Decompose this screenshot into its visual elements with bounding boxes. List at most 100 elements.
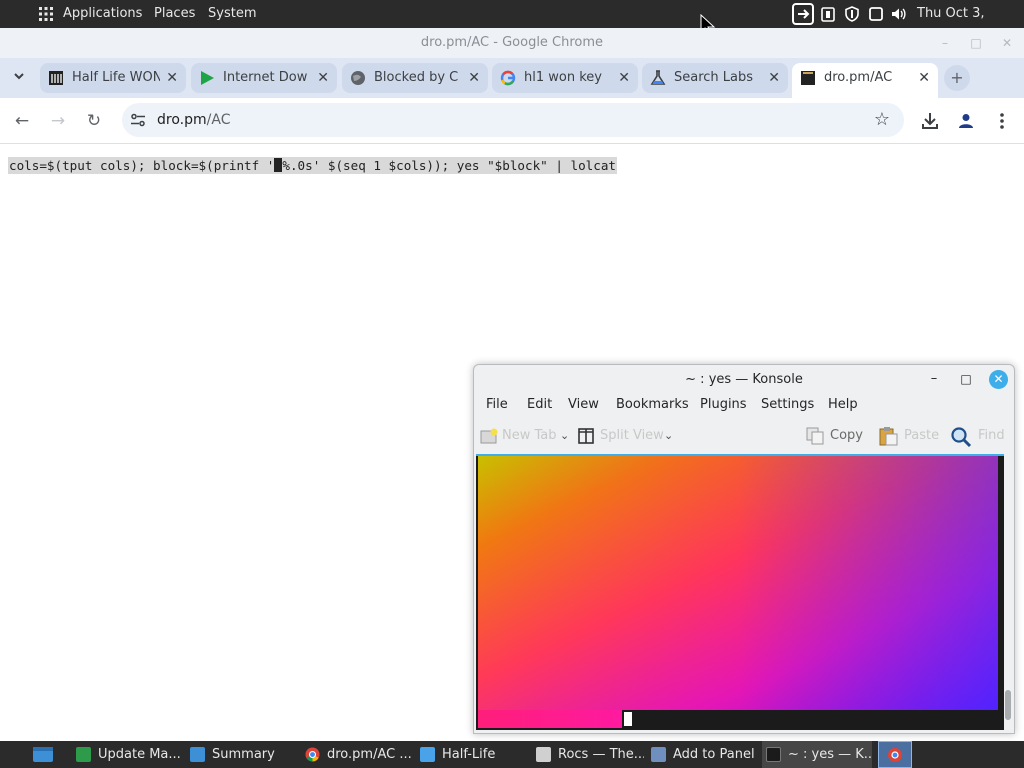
task-chrome[interactable]: dro.pm/AC ... (305, 741, 413, 768)
clipboard-icon[interactable] (820, 6, 836, 22)
tab-internet-download[interactable]: Internet Dow ✕ (191, 63, 337, 93)
menu-help[interactable]: Help (828, 397, 858, 412)
terminal-cursor (624, 712, 632, 726)
new-tab-dropdown-icon[interactable]: ⌄ (560, 425, 569, 447)
window-tray-icon[interactable] (868, 6, 884, 22)
terminal-favicon-icon (801, 71, 815, 85)
menu-settings[interactable]: Settings (761, 397, 814, 412)
address-bar[interactable]: dro.pm/AC ☆ (122, 103, 904, 137)
paste-icon (879, 427, 898, 446)
task-konsole[interactable]: ~ : yes — K... (762, 741, 872, 768)
tab-strip: Half Life WON ✕ Internet Dow ✕ Blocked b… (0, 58, 1024, 98)
lolcat-rainbow-output (478, 456, 998, 710)
task-label: Summary (212, 747, 275, 762)
browser-toolbar: ← → ↻ dro.pm/AC ☆ (0, 98, 1024, 144)
play-favicon-icon (201, 71, 214, 85)
find-label: Find (978, 428, 1005, 443)
scrollbar-thumb[interactable] (1005, 690, 1011, 720)
terminal-scrollbar[interactable] (1004, 454, 1012, 730)
task-rocs[interactable]: Rocs — The... (536, 741, 644, 768)
window-title: dro.pm/AC - Google Chrome (420, 35, 604, 50)
bookmark-star-icon[interactable]: ☆ (874, 103, 890, 137)
clock[interactable]: Thu Oct 3, 02:36 (917, 0, 1024, 49)
konsole-close-button[interactable]: ✕ (989, 370, 1008, 389)
profile-icon[interactable] (956, 111, 976, 131)
tab-label: Blocked by C (374, 70, 459, 85)
tab-blocked[interactable]: Blocked by C ✕ (342, 63, 488, 93)
task-label: Half-Life (442, 747, 496, 762)
rocs-icon (536, 747, 551, 762)
chrome-icon (305, 747, 320, 762)
update-manager-icon (76, 747, 91, 762)
folder-icon (420, 747, 435, 762)
command-text[interactable]: cols=$(tput cols); block=$(printf ' %.0s'… (8, 157, 617, 174)
forward-button[interactable]: → (46, 109, 70, 133)
tab-close-icon[interactable]: ✕ (166, 63, 178, 93)
konsole-maximize-button[interactable]: □ (958, 371, 974, 387)
menu-file[interactable]: File (486, 397, 508, 412)
konsole-menubar: File Edit View Bookmarks Plugins Setting… (474, 395, 1014, 417)
paste-label: Paste (904, 428, 940, 443)
konsole-toolbar: New Tab ⌄ Split View ⌄ Copy Paste Find (474, 419, 1014, 453)
tab-dro-pm-active[interactable]: dro.pm/AC ✕ (792, 63, 938, 98)
tab-close-icon[interactable]: ✕ (768, 63, 780, 93)
site-info-icon[interactable] (130, 112, 146, 128)
tab-close-icon[interactable]: ✕ (468, 63, 480, 93)
split-view-icon (578, 428, 594, 444)
reload-button[interactable]: ↻ (82, 109, 106, 133)
menu-view[interactable]: View (568, 397, 599, 412)
new-tab-label: New Tab (502, 428, 557, 443)
menu-applications[interactable]: Applications (63, 0, 142, 28)
tab-close-icon[interactable]: ✕ (918, 63, 930, 93)
tab-label: Half Life WON (72, 70, 160, 85)
tab-label: dro.pm/AC (824, 70, 893, 85)
task-half-life[interactable]: Half-Life (420, 741, 524, 768)
menu-plugins[interactable]: Plugins (700, 397, 747, 412)
volume-icon[interactable] (890, 6, 906, 22)
workspace-switcher[interactable] (878, 741, 912, 768)
flask-favicon-icon (650, 70, 666, 85)
back-button[interactable]: ← (10, 109, 34, 133)
split-view-dropdown-icon[interactable]: ⌄ (664, 425, 673, 447)
copy-icon (806, 427, 824, 445)
tab-close-icon[interactable]: ✕ (317, 63, 329, 93)
maximize-button[interactable]: □ (969, 36, 983, 50)
new-tab-icon (480, 428, 498, 444)
minimize-button[interactable]: – (938, 36, 952, 50)
menu-bookmarks[interactable]: Bookmarks (616, 397, 689, 412)
show-desktop-button[interactable] (32, 741, 56, 768)
download-summary-icon (190, 747, 205, 762)
download-icon[interactable] (920, 111, 940, 131)
konsole-window[interactable]: ~ : yes — Konsole – □ ✕ File Edit View B… (473, 364, 1015, 734)
task-add-to-panel[interactable]: Add to Panel (651, 741, 759, 768)
url-text[interactable]: dro.pm/AC (157, 103, 230, 137)
close-window-button[interactable]: ✕ (1000, 36, 1014, 50)
menu-system[interactable]: System (208, 0, 256, 28)
chrome-workspace-icon (888, 748, 902, 762)
menu-places[interactable]: Places (154, 0, 195, 28)
tab-close-icon[interactable]: ✕ (618, 63, 630, 93)
find-magnifier-icon (951, 427, 972, 448)
task-summary[interactable]: Summary (190, 741, 294, 768)
tab-search-chevron-icon[interactable] (12, 69, 26, 87)
tab-label: Search Labs (674, 70, 754, 85)
url-host: dro.pm (157, 112, 207, 128)
tab-search-labs[interactable]: Search Labs ✕ (642, 63, 788, 93)
tab-label: hl1 won key (524, 70, 602, 85)
task-update-manager[interactable]: Update Ma... (76, 741, 180, 768)
kebab-menu-icon[interactable] (994, 111, 1010, 131)
tab-half-life[interactable]: Half Life WON ✕ (40, 63, 186, 93)
task-label: ~ : yes — K... (788, 747, 872, 762)
terminal-area[interactable] (476, 454, 1004, 730)
tab-label: Internet Dow (223, 70, 308, 85)
apps-grid-icon[interactable] (38, 0, 54, 28)
screen-share-icon[interactable] (792, 3, 814, 25)
url-path: /AC (206, 112, 231, 128)
konsole-minimize-button[interactable]: – (926, 371, 942, 387)
menu-edit[interactable]: Edit (527, 397, 552, 412)
copy-label: Copy (830, 428, 863, 443)
new-tab-button[interactable]: + (944, 65, 970, 91)
tab-hl1-won-key[interactable]: hl1 won key ✕ (492, 63, 638, 93)
desktop-icon (33, 747, 53, 762)
shield-icon[interactable] (844, 6, 860, 22)
